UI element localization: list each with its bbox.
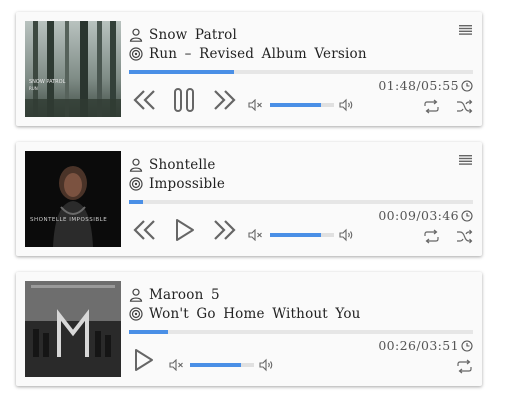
progress-bar[interactable] bbox=[129, 330, 473, 334]
mute-icon[interactable] bbox=[248, 99, 264, 111]
volume-slider[interactable] bbox=[270, 103, 334, 107]
clock-icon bbox=[461, 209, 473, 222]
track-title: Run – Revised Album Version bbox=[149, 46, 367, 62]
player-card-snow-patrol: SNOW PATROL RUN Snow Patrol Run – Revise… bbox=[16, 12, 482, 126]
cover-text: SNOW PATROL bbox=[29, 79, 66, 85]
shuffle-icon[interactable] bbox=[456, 99, 473, 114]
pause-icon[interactable] bbox=[173, 87, 195, 113]
artist-row: Shontelle bbox=[129, 156, 216, 174]
user-icon bbox=[129, 288, 143, 302]
volume-icon[interactable] bbox=[259, 358, 275, 372]
artist-name: Shontelle bbox=[149, 157, 216, 173]
repeat-icon[interactable] bbox=[456, 359, 473, 374]
progress-bar[interactable] bbox=[129, 70, 473, 74]
volume-slider[interactable] bbox=[270, 233, 334, 237]
artist-row: Snow Patrol bbox=[129, 26, 237, 44]
svg-text:RUN: RUN bbox=[29, 86, 38, 91]
album-cover bbox=[25, 281, 121, 377]
album-cover: SHONTELLE IMPOSSIBLE bbox=[25, 151, 121, 247]
time-display: 00:26/03:51 bbox=[378, 338, 473, 353]
clock-icon bbox=[461, 339, 473, 352]
cover-text: SHONTELLE IMPOSSIBLE bbox=[30, 217, 107, 223]
previous-icon[interactable] bbox=[133, 88, 157, 112]
current-time: 01:48 bbox=[378, 78, 417, 93]
artist-row: Maroon 5 bbox=[129, 286, 220, 304]
volume-fill bbox=[270, 233, 321, 237]
title-row: Run – Revised Album Version bbox=[129, 45, 367, 63]
user-icon bbox=[129, 158, 143, 172]
next-icon[interactable] bbox=[212, 88, 236, 112]
duration: 03:51 bbox=[420, 338, 459, 353]
progress-fill bbox=[129, 330, 168, 334]
progress-fill bbox=[129, 200, 143, 204]
track-title: Won't Go Home Without You bbox=[149, 306, 361, 322]
title-row: Impossible bbox=[129, 175, 225, 193]
player-card-shontelle: SHONTELLE IMPOSSIBLE Shontelle Impossibl… bbox=[16, 142, 482, 256]
mute-icon[interactable] bbox=[169, 359, 185, 371]
time-display: 00:09/03:46 bbox=[378, 208, 473, 223]
play-icon[interactable] bbox=[133, 348, 155, 372]
disc-icon bbox=[129, 47, 143, 61]
duration: 05:55 bbox=[420, 78, 459, 93]
disc-icon bbox=[129, 307, 143, 321]
previous-icon[interactable] bbox=[133, 218, 157, 242]
artist-name: Snow Patrol bbox=[149, 27, 237, 43]
player-card-maroon-5: Maroon 5 Won't Go Home Without You 00:26… bbox=[16, 272, 482, 386]
current-time: 00:26 bbox=[378, 338, 417, 353]
next-icon[interactable] bbox=[212, 218, 236, 242]
repeat-icon[interactable] bbox=[423, 229, 440, 244]
album-cover: SNOW PATROL RUN bbox=[25, 21, 121, 117]
progress-fill bbox=[129, 70, 234, 74]
mute-icon[interactable] bbox=[248, 229, 264, 241]
time-display: 01:48/05:55 bbox=[378, 78, 473, 93]
volume-fill bbox=[270, 103, 321, 107]
play-icon[interactable] bbox=[174, 218, 196, 242]
duration: 03:46 bbox=[420, 208, 459, 223]
volume-icon[interactable] bbox=[339, 98, 355, 112]
menu-icon[interactable] bbox=[459, 155, 472, 165]
menu-icon[interactable] bbox=[459, 25, 472, 35]
shuffle-icon[interactable] bbox=[456, 229, 473, 244]
artist-name: Maroon 5 bbox=[149, 287, 220, 303]
current-time: 00:09 bbox=[378, 208, 417, 223]
title-row: Won't Go Home Without You bbox=[129, 305, 361, 323]
clock-icon bbox=[461, 79, 473, 92]
track-title: Impossible bbox=[149, 176, 226, 192]
volume-slider[interactable] bbox=[190, 363, 254, 367]
repeat-icon[interactable] bbox=[423, 99, 440, 114]
progress-bar[interactable] bbox=[129, 200, 473, 204]
volume-icon[interactable] bbox=[339, 228, 355, 242]
disc-icon bbox=[129, 177, 143, 191]
volume-fill bbox=[190, 363, 241, 367]
user-icon bbox=[129, 28, 143, 42]
